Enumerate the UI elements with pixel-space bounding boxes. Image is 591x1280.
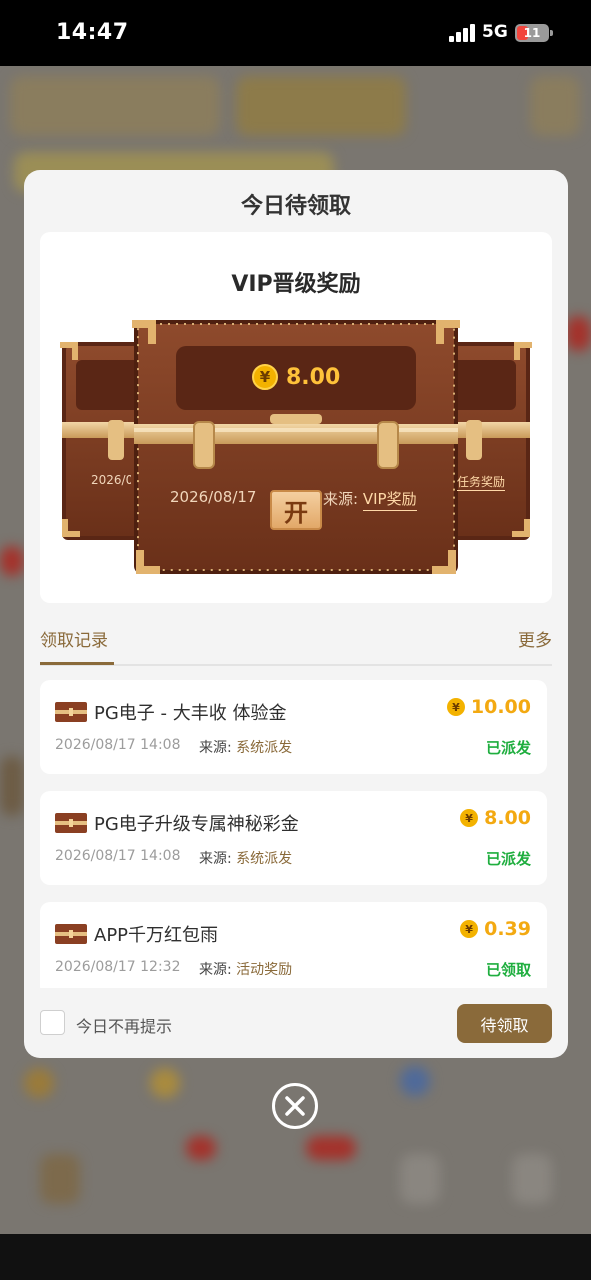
record-time: 2026/08/17 14:08 <box>55 737 181 753</box>
record-status: 已派发 <box>485 850 531 868</box>
list-item[interactable]: PG电子 - 大丰收 体验金 ¥ 10.00 2026/08/17 14:08 … <box>40 680 547 774</box>
chest-card[interactable]: VIP晋级奖励 ¥ 8.00 开 2026/08/17 来源: VIP奖励 20… <box>40 232 552 603</box>
record-source: 来源: 系统派发 <box>199 740 293 756</box>
rewards-modal: 今日待领取 VIP晋级奖励 ¥ 8.00 开 2026/08/17 来源: VI… <box>24 170 568 1058</box>
network-type: 5G <box>482 22 508 42</box>
yuan-coin-icon: ¥ <box>446 698 465 716</box>
record-title: PG电子升级专属神秘彩金 <box>94 814 299 835</box>
record-source: 来源: 活动奖励 <box>199 962 293 978</box>
record-status: 已领取 <box>485 961 531 979</box>
front-chest <box>132 320 460 574</box>
right-chest-source[interactable]: 任务奖励 <box>457 473 506 491</box>
signal-icon <box>449 24 475 42</box>
record-time: 2026/08/17 14:08 <box>55 848 181 864</box>
more-link[interactable]: 更多 <box>518 626 552 651</box>
dont-remind-checkbox[interactable] <box>40 1010 65 1035</box>
close-icon[interactable] <box>272 1083 318 1129</box>
record-source: 来源: 系统派发 <box>199 851 293 867</box>
claim-button[interactable]: 待领取 <box>457 1004 552 1043</box>
yuan-coin-icon: ¥ <box>252 364 278 390</box>
tab-active-indicator <box>40 662 114 665</box>
list-item[interactable]: APP千万红包雨 ¥ 0.39 2026/08/17 12:32 来源: 活动奖… <box>40 902 547 988</box>
list-item[interactable]: PG电子升级专属神秘彩金 ¥ 8.00 2026/08/17 14:08 来源:… <box>40 791 547 885</box>
record-amount: ¥ 0.39 <box>460 918 531 940</box>
tab-records[interactable]: 领取记录 <box>40 626 108 651</box>
records-list[interactable]: PG电子 - 大丰收 体验金 ¥ 10.00 2026/08/17 14:08 … <box>40 680 552 988</box>
record-title: APP千万红包雨 <box>94 925 219 946</box>
yuan-coin-icon: ¥ <box>460 920 479 938</box>
chest-amount-value: 8.00 <box>286 364 341 390</box>
chest-date: 2026/08/17 <box>170 488 257 506</box>
chest-source-link[interactable]: VIP奖励 <box>362 490 417 511</box>
open-chest-button[interactable]: 开 <box>270 490 322 530</box>
battery-icon: 11 <box>515 24 549 42</box>
treasure-chest-icon <box>55 924 87 944</box>
modal-title: 今日待领取 <box>240 194 351 219</box>
record-title: PG电子 - 大丰收 体验金 <box>94 703 287 724</box>
left-chest-date: 2026/08/17 <box>91 473 131 487</box>
chest-source: 来源: VIP奖励 <box>323 488 417 511</box>
records-tabs: 领取记录 更多 <box>40 622 552 666</box>
record-amount: ¥ 8.00 <box>460 807 531 829</box>
yuan-coin-icon: ¥ <box>460 809 479 827</box>
dont-remind-label[interactable]: 今日不再提示 <box>76 1013 172 1037</box>
modal-footer: 今日不再提示 待领取 <box>40 1002 552 1044</box>
record-amount: ¥ 10.00 <box>446 696 531 718</box>
chest-amount: ¥ 8.00 <box>252 361 340 393</box>
home-indicator-area <box>0 1234 591 1280</box>
battery-level: 11 <box>523 26 541 40</box>
close-x-glyph <box>285 1096 305 1116</box>
treasure-chest-illustration <box>60 320 532 574</box>
record-status: 已派发 <box>485 739 531 757</box>
chest-source-label: 来源: <box>323 490 359 508</box>
treasure-chest-icon <box>55 702 87 722</box>
status-bar: 14:47 5G 11 <box>0 0 591 66</box>
record-time: 2026/08/17 12:32 <box>55 959 181 975</box>
treasure-chest-icon <box>55 813 87 833</box>
status-time: 14:47 <box>56 20 129 45</box>
